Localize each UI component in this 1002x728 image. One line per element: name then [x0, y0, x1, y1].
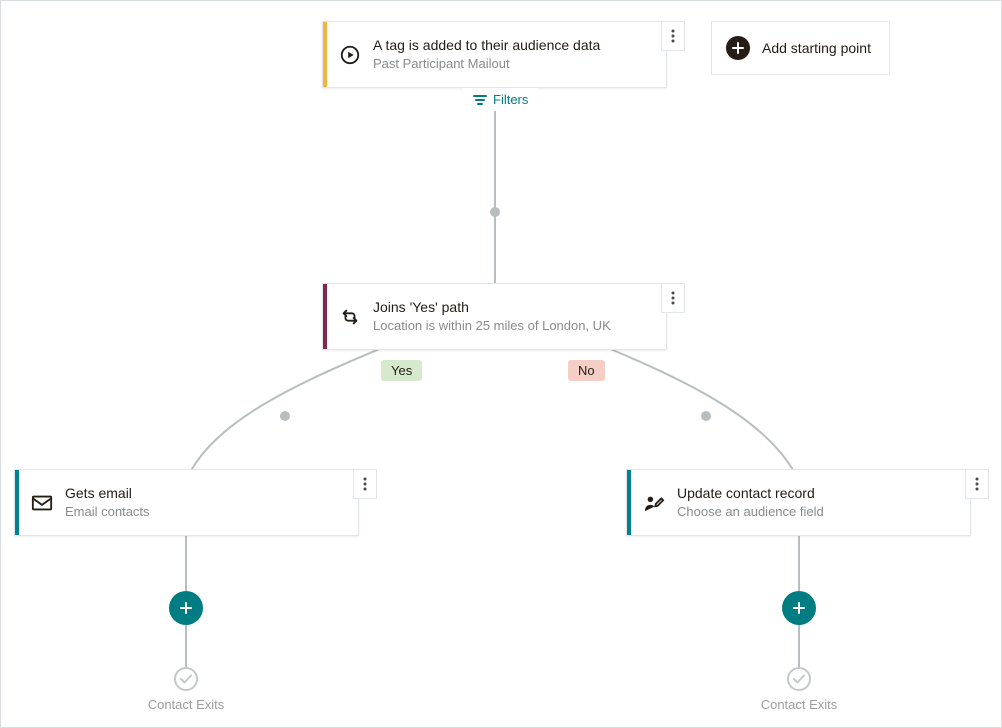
plus-icon [179, 601, 193, 615]
filters-icon [473, 94, 487, 106]
node-title: A tag is added to their audience data [373, 36, 658, 54]
plus-circle-icon [726, 36, 750, 60]
node-subtitle: Past Participant Mailout [373, 56, 658, 73]
node-title: Joins 'Yes' path [373, 298, 658, 316]
node-title: Update contact record [677, 484, 962, 502]
check-circle-icon [174, 667, 198, 691]
filters-button[interactable]: Filters [463, 88, 538, 111]
connector-dot [490, 207, 500, 217]
kebab-menu-button[interactable] [353, 469, 377, 499]
contact-exit: Contact Exits [147, 667, 225, 712]
branch-arrows-icon [327, 284, 373, 349]
contact-exit: Contact Exits [760, 667, 838, 712]
edit-user-icon [631, 470, 677, 535]
journey-canvas: A tag is added to their audience data Pa… [0, 0, 1002, 728]
exit-label: Contact Exits [148, 697, 225, 712]
play-circle-icon [327, 22, 373, 87]
kebab-menu-button[interactable] [661, 21, 685, 51]
condition-node[interactable]: Joins 'Yes' path Location is within 25 m… [322, 283, 667, 350]
check-circle-icon [787, 667, 811, 691]
starting-point-node[interactable]: A tag is added to their audience data Pa… [322, 21, 667, 88]
plus-icon [792, 601, 806, 615]
envelope-icon [19, 470, 65, 535]
node-subtitle: Email contacts [65, 504, 350, 521]
add-starting-point-label: Add starting point [762, 40, 871, 56]
branch-label-yes: Yes [381, 360, 422, 381]
update-contact-node[interactable]: Update contact record Choose an audience… [626, 469, 971, 536]
kebab-menu-button[interactable] [661, 283, 685, 313]
node-subtitle: Location is within 25 miles of London, U… [373, 318, 658, 335]
filters-label: Filters [493, 92, 528, 107]
connector-dot [701, 411, 711, 421]
kebab-menu-button[interactable] [965, 469, 989, 499]
exit-label: Contact Exits [761, 697, 838, 712]
node-subtitle: Choose an audience field [677, 504, 962, 521]
add-step-button[interactable] [169, 591, 203, 625]
add-step-button[interactable] [782, 591, 816, 625]
node-title: Gets email [65, 484, 350, 502]
connector-dot [280, 411, 290, 421]
email-action-node[interactable]: Gets email Email contacts [14, 469, 359, 536]
branch-label-no: No [568, 360, 605, 381]
add-starting-point-button[interactable]: Add starting point [711, 21, 890, 75]
